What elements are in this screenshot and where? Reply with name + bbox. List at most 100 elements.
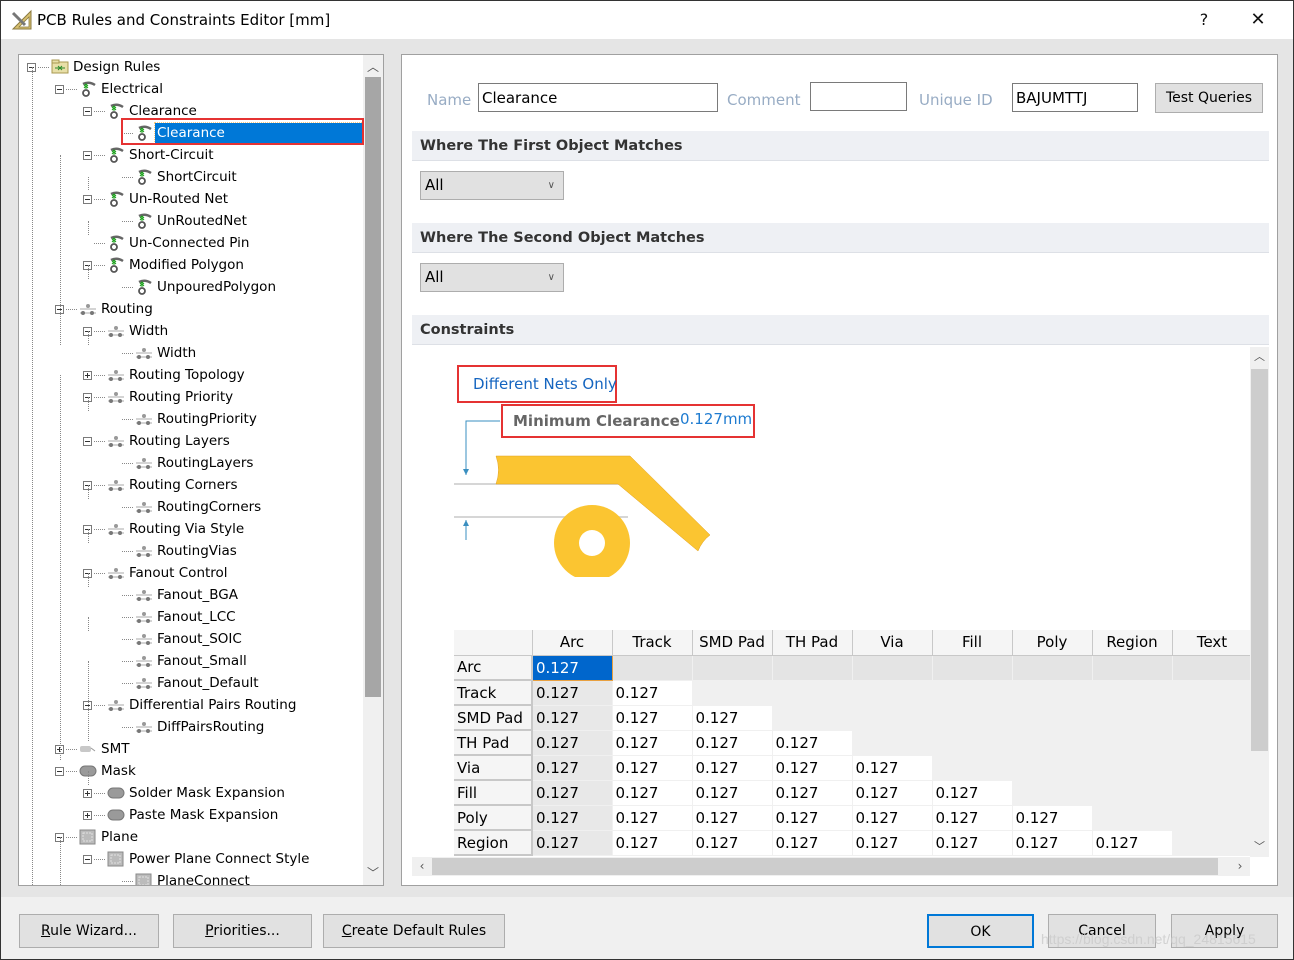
matrix-cell[interactable]: 0.127 <box>852 780 933 806</box>
collapse-icon[interactable] <box>55 84 64 94</box>
tree-item-routing[interactable]: Routing <box>55 298 155 320</box>
tree-item-unpouredpolygon[interactable]: UnpouredPolygon <box>111 276 278 298</box>
tree-item-design-rules[interactable]: Design Rules <box>27 56 162 78</box>
rule-wizard-button[interactable]: Rule Wizard... <box>19 914 159 948</box>
tree-item-unroutednet[interactable]: UnRoutedNet <box>111 210 249 232</box>
create-default-rules-button[interactable]: Create Default Rules <box>323 914 505 948</box>
matrix-cell[interactable]: 0.127 <box>1092 830 1173 856</box>
tree-item-planeconnect[interactable]: PlaneConnect <box>111 870 252 885</box>
unique-id-input[interactable] <box>1012 83 1138 112</box>
matrix-cell[interactable]: 0.127 <box>612 705 693 731</box>
matrix-cell[interactable]: 0.127 <box>932 805 1013 831</box>
priorities-button[interactable]: Priorities... <box>173 914 312 948</box>
matrix-cell[interactable]: 0.127 <box>1012 830 1093 856</box>
matrix-cell[interactable]: 0.127 <box>772 755 853 781</box>
scroll-up-icon[interactable]: ︿ <box>363 57 383 77</box>
matrix-cell[interactable]: 0.127 <box>612 680 693 706</box>
matrix-cell[interactable]: 0.127 <box>692 705 773 731</box>
constraints-horizontal-scrollbar[interactable]: ‹ › <box>412 857 1250 876</box>
tree-item-routinglayers[interactable]: RoutingLayers <box>111 452 255 474</box>
matrix-cell[interactable]: 0.127 <box>612 755 693 781</box>
matrix-cell[interactable]: 0.127 <box>932 830 1013 856</box>
collapse-icon[interactable] <box>83 150 92 160</box>
matrix-cell[interactable]: 0.127 <box>852 755 933 781</box>
tree-item-clearance[interactable]: Clearance <box>111 122 370 144</box>
matrix-cell[interactable]: 0.127 <box>1012 805 1093 831</box>
matrix-cell[interactable]: 0.127 <box>852 830 933 856</box>
matrix-cell[interactable]: 0.127 <box>772 830 853 856</box>
matrix-cell[interactable]: 0.127 <box>852 805 933 831</box>
matrix-cell[interactable]: 0.127 <box>612 780 693 806</box>
tree-item-solder-mask-expansion[interactable]: Solder Mask Expansion <box>83 782 287 804</box>
scroll-up-icon[interactable]: ︿ <box>1250 347 1269 367</box>
first-object-scope-dropdown[interactable]: All ∨ <box>420 171 564 200</box>
matrix-cell[interactable]: 0.127 <box>532 705 613 731</box>
tree-item-fanout-small[interactable]: Fanout_Small <box>111 650 249 672</box>
ok-button[interactable]: OK <box>927 914 1034 948</box>
matrix-cell[interactable]: 0.127 <box>612 805 693 831</box>
clearance-matrix-table[interactable]: Arc Track SMD Pad TH Pad Via Fill Poly Region Te… <box>454 630 1253 856</box>
comment-input[interactable] <box>810 82 907 111</box>
matrix-cell[interactable]: 0.127 <box>532 780 613 806</box>
tree-vertical-scrollbar[interactable]: ︿ ﹀ <box>363 55 383 885</box>
tree-item-plane[interactable]: Plane <box>55 826 140 848</box>
test-queries-button[interactable]: Test Queries <box>1155 83 1263 113</box>
tree-item-short-circuit[interactable]: Short-Circuit <box>83 144 216 166</box>
tree-item-mask[interactable]: Mask <box>55 760 138 782</box>
matrix-cell[interactable]: 0.127 <box>532 805 613 831</box>
matrix-cell[interactable]: 0.127 <box>612 730 693 756</box>
matrix-cell[interactable]: 0.127 <box>531 654 613 681</box>
tree-item-smt[interactable]: SMT <box>55 738 131 760</box>
matrix-cell[interactable]: 0.127 <box>532 830 613 856</box>
expand-icon[interactable] <box>83 788 92 798</box>
collapse-icon[interactable] <box>83 194 92 204</box>
matrix-cell[interactable]: 0.127 <box>692 780 773 806</box>
tree-item-width[interactable]: Width <box>111 342 198 364</box>
tree-item-modified-polygon[interactable]: Modified Polygon <box>83 254 246 276</box>
tree-item-routing-layers[interactable]: Routing Layers <box>83 430 232 452</box>
tree-item-fanout-soic[interactable]: Fanout_SOIC <box>111 628 244 650</box>
tree-scroll-thumb[interactable] <box>365 77 381 697</box>
collapse-icon[interactable] <box>83 106 92 116</box>
tree-item-fanout-bga[interactable]: Fanout_BGA <box>111 584 240 606</box>
tree-item-routing-corners[interactable]: Routing Corners <box>83 474 240 496</box>
matrix-cell[interactable]: 0.127 <box>612 830 693 856</box>
matrix-cell[interactable]: 0.127 <box>772 805 853 831</box>
tree-item-paste-mask-expansion[interactable]: Paste Mask Expansion <box>83 804 280 826</box>
scroll-left-icon[interactable]: ‹ <box>412 857 432 876</box>
tree-item-routing-via-style[interactable]: Routing Via Style <box>83 518 246 540</box>
collapse-icon[interactable] <box>55 766 64 776</box>
constraints-vertical-scrollbar[interactable]: ︿ ﹀ <box>1250 347 1269 857</box>
constraints-hscroll-thumb[interactable] <box>432 858 1218 875</box>
matrix-cell[interactable]: 0.127 <box>772 780 853 806</box>
matrix-cell[interactable]: 0.127 <box>532 680 613 706</box>
scroll-down-icon[interactable]: ﹀ <box>363 863 383 883</box>
close-button[interactable]: ✕ <box>1243 7 1273 33</box>
help-button[interactable]: ? <box>1189 7 1219 33</box>
collapse-icon[interactable] <box>83 436 92 446</box>
apply-button[interactable]: Apply <box>1171 914 1278 948</box>
tree-item-fanout-control[interactable]: Fanout Control <box>83 562 230 584</box>
tree-item-clearance[interactable]: Clearance <box>83 100 199 122</box>
tree-item-routing-topology[interactable]: Routing Topology <box>83 364 247 386</box>
matrix-cell[interactable]: 0.127 <box>772 730 853 756</box>
tree-item-un-routed-net[interactable]: Un-Routed Net <box>83 188 230 210</box>
second-object-scope-dropdown[interactable]: All ∨ <box>420 263 564 292</box>
matrix-cell[interactable]: 0.127 <box>692 805 773 831</box>
tree-item-routingcorners[interactable]: RoutingCorners <box>111 496 263 518</box>
expand-icon[interactable] <box>83 810 92 820</box>
collapse-icon[interactable] <box>83 854 92 864</box>
name-input[interactable] <box>478 83 718 112</box>
rules-tree[interactable]: Design Rules Electrical Clearance Clearance… <box>19 55 370 885</box>
tree-item-routing-priority[interactable]: Routing Priority <box>83 386 235 408</box>
matrix-cell[interactable]: 0.127 <box>532 730 613 756</box>
tree-item-routingpriority[interactable]: RoutingPriority <box>111 408 259 430</box>
matrix-cell[interactable]: 0.127 <box>692 830 773 856</box>
tree-item-fanout-default[interactable]: Fanout_Default <box>111 672 261 694</box>
tree-item-power-plane-connect-style[interactable]: Power Plane Connect Style <box>83 848 311 870</box>
cancel-button[interactable]: Cancel <box>1048 914 1156 948</box>
matrix-cell[interactable]: 0.127 <box>532 755 613 781</box>
matrix-cell[interactable]: 0.127 <box>692 730 773 756</box>
tree-item-electrical[interactable]: Electrical <box>55 78 165 100</box>
expand-icon[interactable] <box>83 370 92 380</box>
